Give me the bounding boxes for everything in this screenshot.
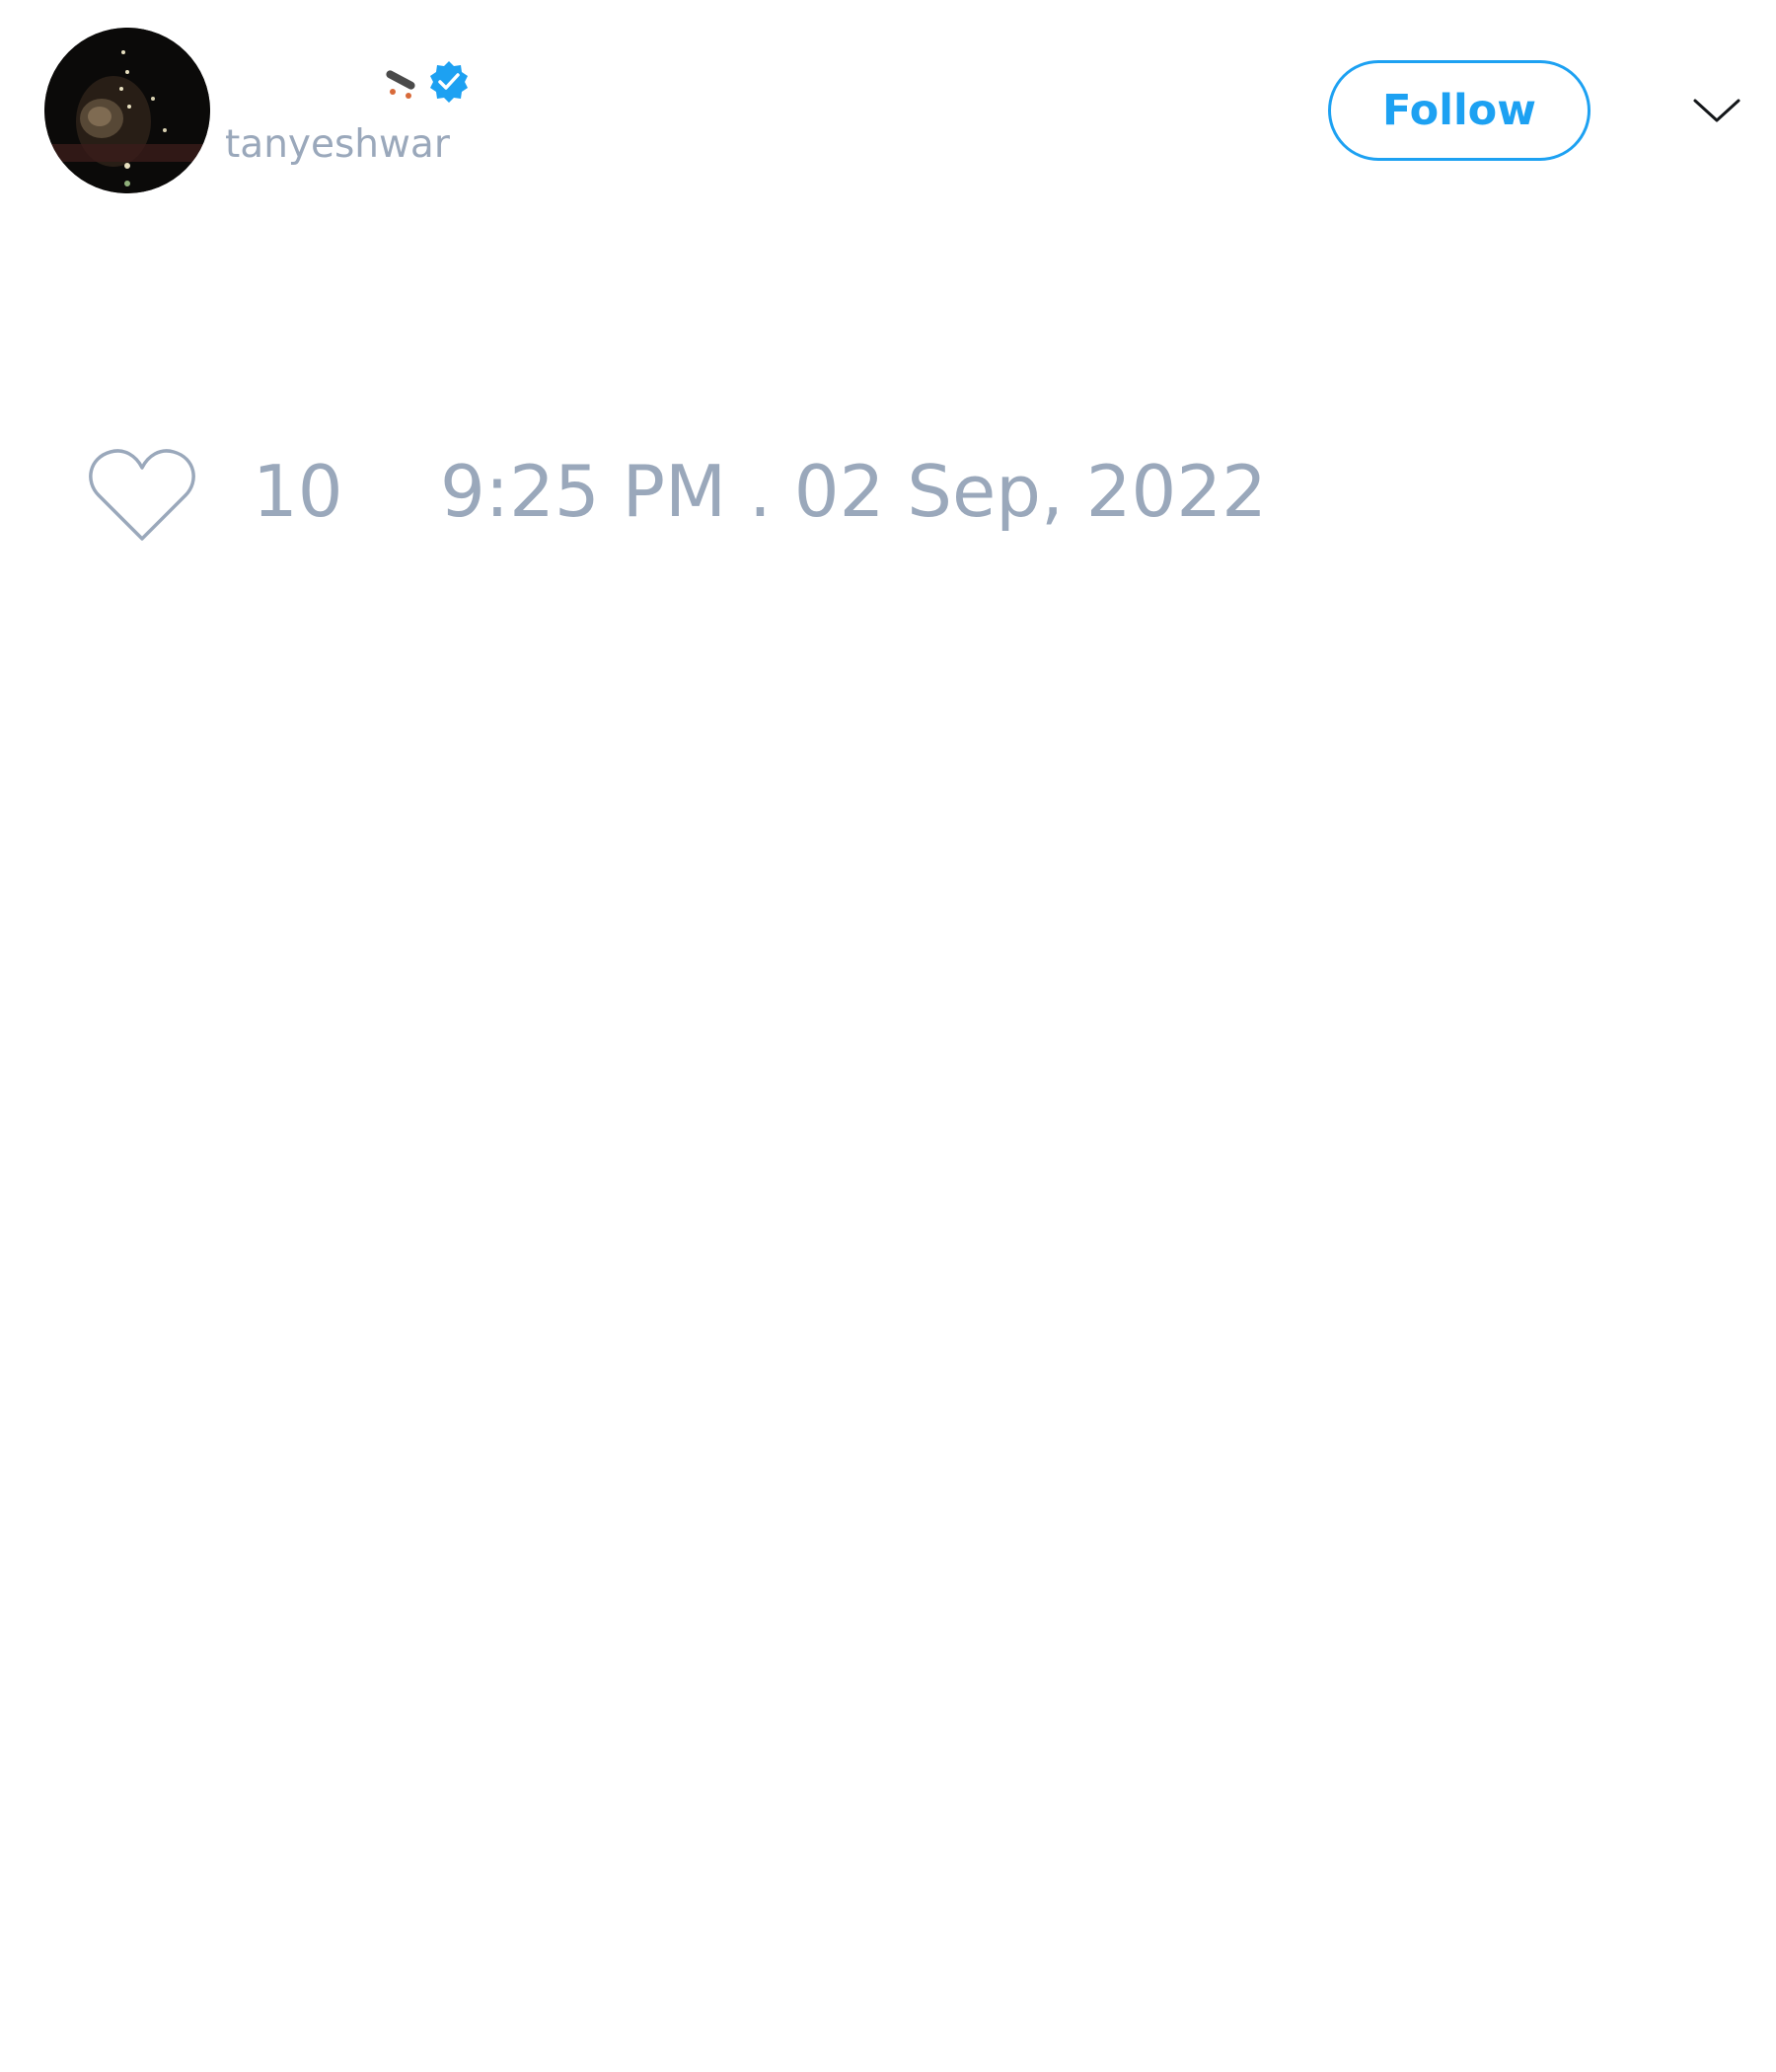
- chevron-down-icon[interactable]: [1687, 89, 1746, 132]
- tweet-footer: 10 9:25 PM . 02 Sep, 2022: [0, 434, 1776, 553]
- author-name-row: [223, 54, 472, 110]
- heart-icon[interactable]: [87, 446, 197, 545]
- like-count: 10: [253, 450, 343, 533]
- author-handle[interactable]: tanyeshwar: [225, 125, 450, 164]
- skateboard-icon: [381, 62, 420, 102]
- tweet-timestamp[interactable]: 9:25 PM . 02 Sep, 2022: [440, 456, 1267, 527]
- verified-badge-icon: [426, 59, 472, 105]
- avatar[interactable]: [44, 28, 210, 193]
- follow-button[interactable]: Follow: [1328, 60, 1591, 161]
- tweet-header: tanyeshwar Follow: [0, 0, 1776, 217]
